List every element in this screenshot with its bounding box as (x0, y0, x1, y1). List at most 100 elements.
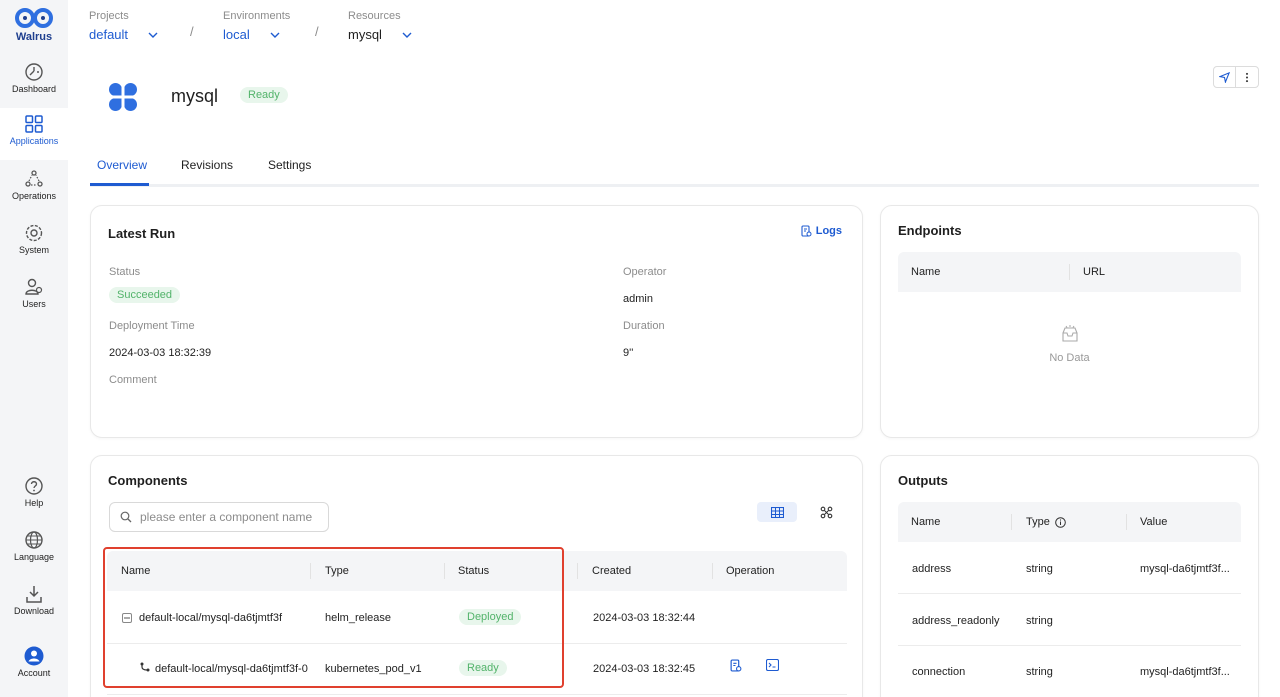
sidebar: Walrus Dashboard Applications Operations… (0, 0, 68, 697)
output-name: connection (912, 666, 966, 678)
table-view-button[interactable] (757, 502, 797, 522)
project-selector-value: default (89, 27, 129, 42)
users-icon (25, 278, 43, 295)
sidebar-item-operations[interactable]: Operations (0, 163, 68, 215)
sidebar-item-system[interactable]: System (0, 217, 68, 269)
comment-caption: Comment (109, 374, 157, 386)
view-logs-button[interactable] (730, 659, 742, 675)
output-type: string (1026, 666, 1053, 678)
help-icon (25, 477, 43, 495)
tab-revisions[interactable]: Revisions (181, 158, 233, 172)
row-divider (898, 645, 1241, 646)
component-name[interactable]: default-local/mysql-da6tjmtf3f (139, 612, 282, 624)
type-column-header: Type (1026, 516, 1066, 528)
duration-caption: Duration (623, 320, 665, 332)
send-button[interactable] (1214, 67, 1236, 87)
tab-settings[interactable]: Settings (268, 158, 311, 172)
outputs-table-header: Name Type Value (898, 502, 1241, 542)
sidebar-item-users[interactable]: Users (0, 271, 68, 323)
sidebar-item-label: Download (13, 606, 55, 616)
column-header: Operation (726, 565, 775, 577)
account-icon (24, 646, 44, 666)
sidebar-item-help[interactable]: Help (0, 470, 68, 522)
more-button[interactable] (1236, 67, 1258, 87)
resource-selector-value: mysql (348, 27, 382, 42)
terminal-icon (765, 658, 780, 672)
column-header: Name (911, 516, 941, 528)
send-icon (1219, 71, 1230, 83)
column-header: Created (592, 565, 632, 577)
empty-inbox-icon (1062, 325, 1078, 342)
output-value: mysql-da6tjmtf3f... (1140, 666, 1230, 678)
column-divider (1126, 514, 1127, 530)
download-icon (26, 586, 42, 603)
globe-icon (25, 531, 43, 549)
sidebar-item-language[interactable]: Language (0, 524, 68, 576)
sidebar-item-label: Applications (9, 136, 59, 146)
output-name: address_readonly (912, 615, 1000, 627)
mysql-app-icon (108, 82, 138, 112)
chevron-down-icon (402, 32, 412, 38)
component-search-input[interactable] (140, 510, 320, 524)
active-tab-indicator (90, 183, 149, 186)
breadcrumb-separator: / (315, 24, 319, 39)
column-header: Value (1140, 516, 1168, 528)
minus-icon (124, 617, 130, 619)
sidebar-item-applications[interactable]: Applications (0, 108, 68, 160)
column-header: Name (121, 565, 151, 577)
tab-overview[interactable]: Overview (97, 158, 147, 172)
endpoints-table-header: Name URL (898, 252, 1241, 292)
column-header: Type (1026, 516, 1050, 528)
components-table-header: Name Type Status Created Operation (107, 551, 847, 591)
latest-run-card: Latest Run Logs Status Succeeded Operato… (90, 205, 863, 438)
status-caption: Status (109, 266, 141, 278)
empty-state-text: No Data (1049, 352, 1090, 364)
sidebar-item-label: Account (17, 668, 51, 678)
component-search (109, 502, 329, 532)
row-divider (107, 643, 847, 644)
run-status-badge: Succeeded (109, 287, 181, 303)
status-badge: Ready (240, 87, 288, 103)
main-content: Projects default / Environments local / … (68, 0, 1280, 697)
breadcrumb-caption: Resources (348, 10, 401, 22)
endpoints-title: Endpoints (898, 223, 962, 238)
logs-icon (730, 659, 742, 672)
component-created: 2024-03-03 18:32:44 (593, 612, 696, 624)
breadcrumb-caption: Projects (89, 10, 129, 22)
collapse-toggle[interactable] (122, 613, 132, 623)
row-divider (898, 593, 1241, 594)
output-name: address (912, 563, 952, 575)
column-divider (577, 563, 578, 579)
column-divider (712, 563, 713, 579)
operator-caption: Operator (623, 266, 667, 278)
logs-link[interactable]: Logs (801, 225, 842, 237)
graph-view-button[interactable] (806, 502, 846, 522)
output-type: string (1026, 615, 1053, 627)
outputs-card: Outputs Name Type Value address string m… (880, 455, 1259, 697)
components-card: Components Name Type Status Created Oper… (90, 455, 863, 697)
breadcrumb-project[interactable]: Projects default (89, 10, 158, 42)
logs-link-label: Logs (815, 225, 842, 237)
deployment-time-caption: Deployment Time (109, 320, 195, 332)
sidebar-item-account[interactable]: Account (0, 640, 68, 692)
walrus-logo[interactable]: Walrus (0, 6, 68, 43)
info-icon[interactable] (1055, 516, 1066, 528)
gear-icon (25, 224, 43, 242)
sidebar-item-download[interactable]: Download (0, 578, 68, 630)
header-actions (1213, 66, 1259, 88)
component-name[interactable]: default-local/mysql-da6tjmtf3f-0 (155, 663, 308, 675)
breadcrumb-caption: Environments (223, 10, 291, 22)
component-status-badge: Deployed (459, 609, 522, 625)
sidebar-item-label: System (18, 245, 49, 255)
column-divider (1069, 264, 1070, 280)
breadcrumb-environment[interactable]: Environments local (223, 10, 290, 42)
sidebar-item-label: Language (13, 552, 55, 562)
output-type: string (1026, 563, 1053, 575)
breadcrumb-resource[interactable]: Resources mysql (348, 10, 412, 42)
sidebar-item-dashboard[interactable]: Dashboard (0, 56, 68, 108)
graph-icon (820, 506, 832, 518)
row-divider (107, 694, 847, 695)
dashboard-icon (25, 63, 43, 81)
endpoints-card: Endpoints Name URL No Data (880, 205, 1259, 438)
terminal-button[interactable] (765, 658, 780, 674)
